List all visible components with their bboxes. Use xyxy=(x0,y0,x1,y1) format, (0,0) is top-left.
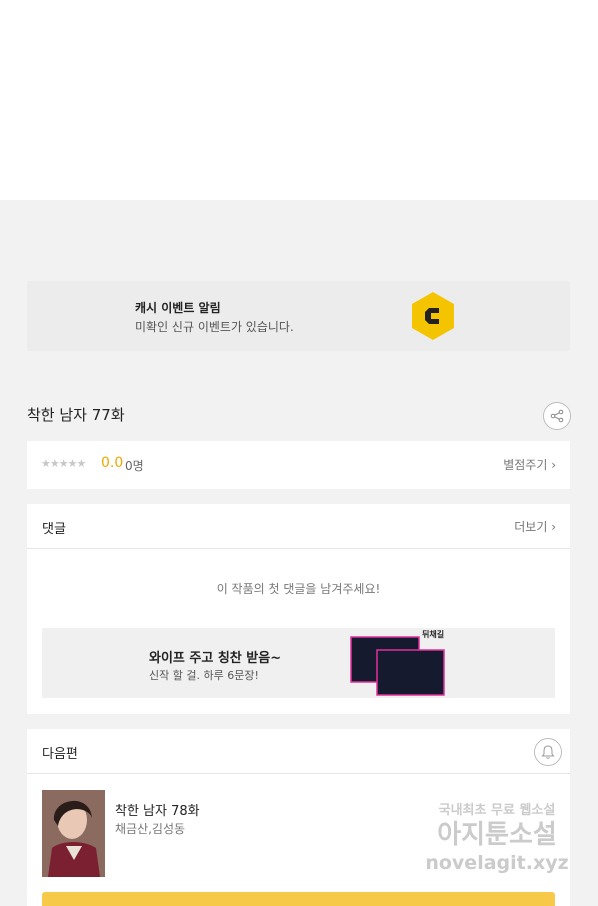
rating-card: ★★★★★ 0.0 0명 별점주기 › xyxy=(27,441,570,489)
watermark-line2: 아지툰소설 xyxy=(437,820,557,850)
episode-title: 착한 남자 77화 xyxy=(27,406,125,424)
next-episode-header: 다음편 xyxy=(27,729,570,774)
cash-event-banner[interactable]: 캐시 이벤트 알림 미확인 신규 이벤트가 있습니다. xyxy=(27,281,570,351)
next-episode-card: 다음편 착한 남자 78화 채금산,김성동 국내최초 무료 웹소설 아지툰소설 … xyxy=(27,729,570,906)
watermark-line3: novelagit.xyz xyxy=(425,852,569,874)
share-icon xyxy=(550,409,564,423)
next-episode-thumbnail[interactable] xyxy=(42,790,105,877)
bell-icon xyxy=(541,745,555,759)
notify-button[interactable] xyxy=(534,738,562,766)
comment-card: 댓글 더보기 › 이 작품의 첫 댓글을 남겨주세요! 와이프 주고 칭찬 받음… xyxy=(27,504,570,714)
comment-header: 댓글 더보기 › xyxy=(27,504,570,549)
ad-banner[interactable]: 와이프 주고 칭찬 받음~ 신작 할 걸. 하루 6문장! 뒤채길 xyxy=(42,628,555,698)
share-button[interactable] xyxy=(543,402,571,430)
top-blank-area xyxy=(0,0,598,200)
comment-title: 댓글 xyxy=(42,522,66,537)
next-episode-authors: 채금산,김성동 xyxy=(115,822,186,836)
next-episode-header-title: 다음편 xyxy=(42,747,78,762)
banner-title: 캐시 이벤트 알림 xyxy=(135,301,221,315)
comment-empty-message: 이 작품의 첫 댓글을 남겨주세요! xyxy=(216,582,381,596)
rate-button[interactable]: 별점주기 › xyxy=(503,456,556,473)
ad-brand: 뒤채길 xyxy=(422,630,445,639)
comment-more-link[interactable]: 더보기 › xyxy=(514,518,556,535)
view-next-episode-button[interactable] xyxy=(42,892,555,906)
cash-c-logo-icon xyxy=(412,292,454,340)
watermark: 국내최초 무료 웹소설 아지툰소설 novelagit.xyz xyxy=(412,799,582,874)
rating-count: 0명 xyxy=(125,459,144,473)
next-episode-title[interactable]: 착한 남자 78화 xyxy=(115,800,200,819)
ad-subtitle: 신작 할 걸. 하루 6문장! xyxy=(149,669,259,682)
banner-subtitle: 미확인 신규 이벤트가 있습니다. xyxy=(135,320,294,334)
ad-tablet-image xyxy=(350,636,445,696)
rating-stars: ★★★★★ xyxy=(41,457,86,470)
ad-title: 와이프 주고 칭찬 받음~ xyxy=(149,651,282,666)
watermark-line1: 국내최초 무료 웹소설 xyxy=(438,803,556,818)
rating-score: 0.0 xyxy=(101,455,124,471)
